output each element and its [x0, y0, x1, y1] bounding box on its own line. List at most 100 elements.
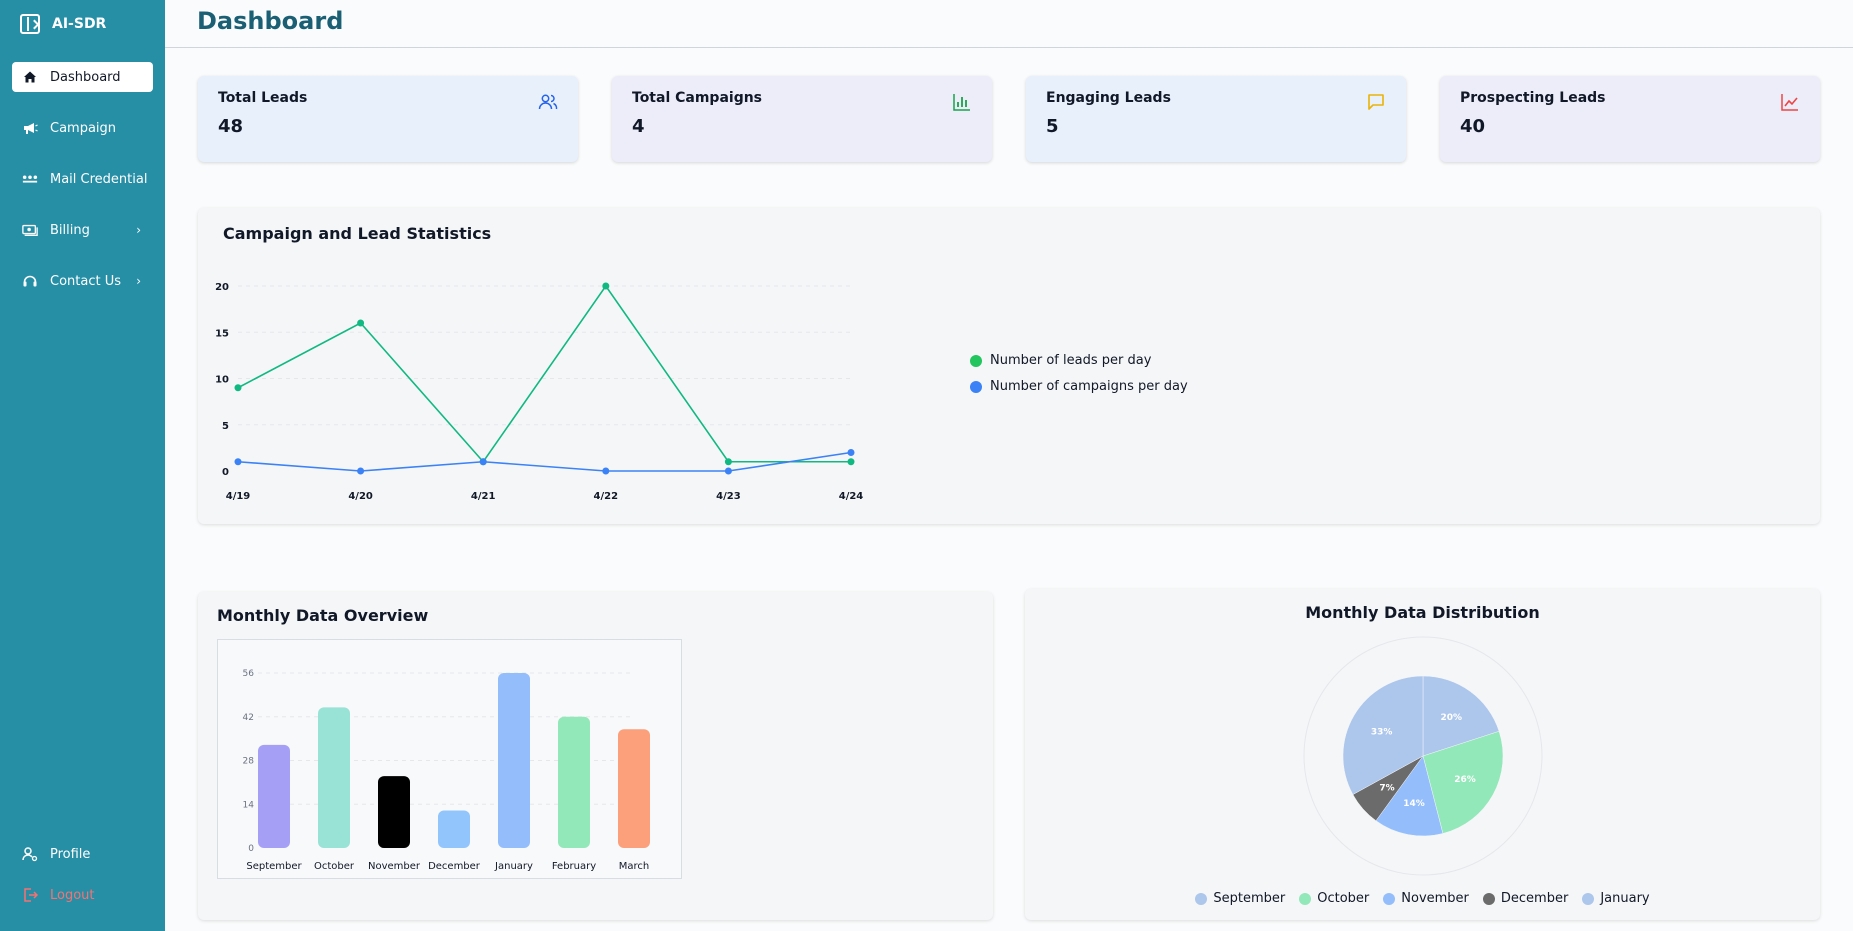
- x-tick-label: March: [619, 861, 649, 872]
- brand[interactable]: AI-SDR: [20, 12, 106, 36]
- legend-label: December: [1500, 891, 1569, 906]
- slice-label: 33%: [1371, 728, 1393, 738]
- legend-label: September: [1213, 891, 1286, 906]
- sidebar-item-campaign[interactable]: Campaign: [12, 113, 153, 143]
- sidebar-item-label: Contact Us: [50, 273, 121, 289]
- stat-value: 48: [218, 116, 244, 137]
- panel-title: Monthly Data Distribution: [1305, 603, 1540, 622]
- legend-swatch: [1482, 892, 1495, 905]
- legend-swatch: [970, 380, 982, 393]
- data-point: [724, 467, 732, 475]
- sidebar-item-label: Campaign: [50, 120, 117, 136]
- bar: [498, 673, 530, 848]
- stat-value: 40: [1460, 116, 1486, 137]
- line-chart: 0 5 10 15 20 4/19 4/20 4/21 4/22 4/23 4/24: [215, 282, 864, 502]
- megaphone-icon: [22, 120, 38, 136]
- legend-item[interactable]: September: [1195, 891, 1285, 906]
- x-tick-label: 4/20: [348, 491, 373, 502]
- y-tick-label: 0: [222, 467, 229, 478]
- data-point: [234, 458, 242, 466]
- stat-card-total-leads: Total Leads 48: [198, 76, 578, 162]
- x-tick-label: October: [314, 861, 355, 872]
- y-tick-label: 10: [215, 375, 229, 386]
- x-tick-label: 4/23: [716, 491, 741, 502]
- sidebar-item-billing[interactable]: Billing ›: [12, 215, 153, 245]
- legend-label: November: [1401, 891, 1469, 906]
- stat-card-prospecting-leads: Prospecting Leads 40: [1440, 76, 1820, 162]
- x-tick-label: September: [246, 861, 302, 872]
- sidebar-toggle-icon[interactable]: [20, 14, 40, 34]
- stat-value: 5: [1046, 116, 1059, 137]
- money-icon: [22, 222, 38, 238]
- logout-label: Logout: [50, 887, 95, 903]
- series-line-0: [237, 284, 851, 464]
- pie-chart: 20% 26% 14% 7% 33%: [1303, 636, 1543, 876]
- legend-item-campaigns[interactable]: Number of campaigns per day: [970, 379, 1188, 394]
- legend-item[interactable]: November: [1383, 891, 1469, 906]
- page-title: Dashboard: [197, 7, 344, 35]
- data-point: [234, 384, 242, 392]
- monthly-data-overview-panel: Monthly Data Overview 0 14 28 42 56 September…: [198, 592, 993, 920]
- sidebar: AI-SDR Dashboard Campaign Mail Credentia…: [0, 0, 165, 931]
- chevron-right-icon: ›: [136, 274, 141, 288]
- stat-card-total-campaigns: Total Campaigns 4: [612, 76, 992, 162]
- legend-label: Number of leads per day: [990, 353, 1152, 368]
- y-tick-label: 0: [248, 844, 254, 854]
- profile-label: Profile: [50, 846, 91, 862]
- panel-title: Monthly Data Overview: [217, 606, 429, 625]
- x-tick-label: December: [428, 861, 481, 872]
- legend-label: Number of campaigns per day: [990, 379, 1188, 394]
- user-settings-icon: [22, 846, 38, 862]
- sidebar-item-label: Billing: [50, 222, 90, 238]
- legend-swatch: [970, 354, 982, 367]
- sidebar-item-dashboard[interactable]: Dashboard: [12, 62, 153, 92]
- stat-label: Prospecting Leads: [1460, 90, 1606, 106]
- data-point: [724, 458, 732, 466]
- slice-label: 20%: [1440, 713, 1462, 723]
- x-tick-label: November: [368, 861, 421, 872]
- users-icon: [538, 94, 558, 110]
- data-point: [357, 319, 365, 327]
- y-tick-label: 28: [243, 757, 255, 767]
- sidebar-item-profile[interactable]: Profile: [12, 839, 153, 869]
- data-point: [847, 458, 855, 466]
- bar: [618, 729, 650, 848]
- legend-item-leads[interactable]: Number of leads per day: [970, 353, 1151, 368]
- y-tick-label: 20: [215, 282, 229, 293]
- bar: [438, 810, 470, 848]
- monthly-data-distribution-panel: Monthly Data Distribution 20% 26% 14% 7% 33%…: [1025, 589, 1820, 920]
- data-point: [602, 467, 610, 475]
- bar: [378, 776, 410, 848]
- headset-icon: [22, 273, 38, 289]
- app-name: AI-SDR: [52, 16, 107, 32]
- stat-value: 4: [632, 116, 645, 137]
- data-point: [602, 282, 610, 290]
- legend-item[interactable]: October: [1299, 891, 1369, 906]
- bar: [258, 744, 290, 848]
- chevron-right-icon: ›: [136, 223, 141, 237]
- bar-chart-icon: [953, 94, 970, 111]
- legend-item[interactable]: January: [1582, 891, 1650, 906]
- data-point: [847, 449, 855, 456]
- legend-swatch: [1195, 892, 1208, 905]
- x-tick-label: 4/19: [226, 491, 251, 502]
- y-tick-label: 15: [215, 328, 229, 339]
- slice-label: 14%: [1403, 799, 1425, 809]
- stat-card-engaging-leads: Engaging Leads 5: [1026, 76, 1406, 162]
- message-icon: [1368, 94, 1384, 110]
- stat-label: Total Campaigns: [632, 90, 763, 106]
- logout-icon: [22, 887, 38, 903]
- home-icon: [22, 69, 38, 85]
- x-tick-label: February: [552, 861, 596, 872]
- sidebar-item-contact-us[interactable]: Contact Us ›: [12, 266, 153, 296]
- y-tick-label: 14: [243, 800, 255, 810]
- slice-label: 26%: [1454, 775, 1476, 785]
- legend-item[interactable]: December: [1482, 891, 1569, 906]
- sidebar-item-logout[interactable]: Logout: [12, 880, 153, 910]
- legend-swatch: [1299, 892, 1312, 905]
- trend-icon: [1781, 94, 1798, 111]
- stat-label: Total Leads: [218, 90, 308, 106]
- x-tick-label: 4/24: [839, 491, 864, 502]
- dots-icon: [22, 171, 38, 187]
- sidebar-item-mail-credential[interactable]: Mail Credential: [12, 164, 153, 194]
